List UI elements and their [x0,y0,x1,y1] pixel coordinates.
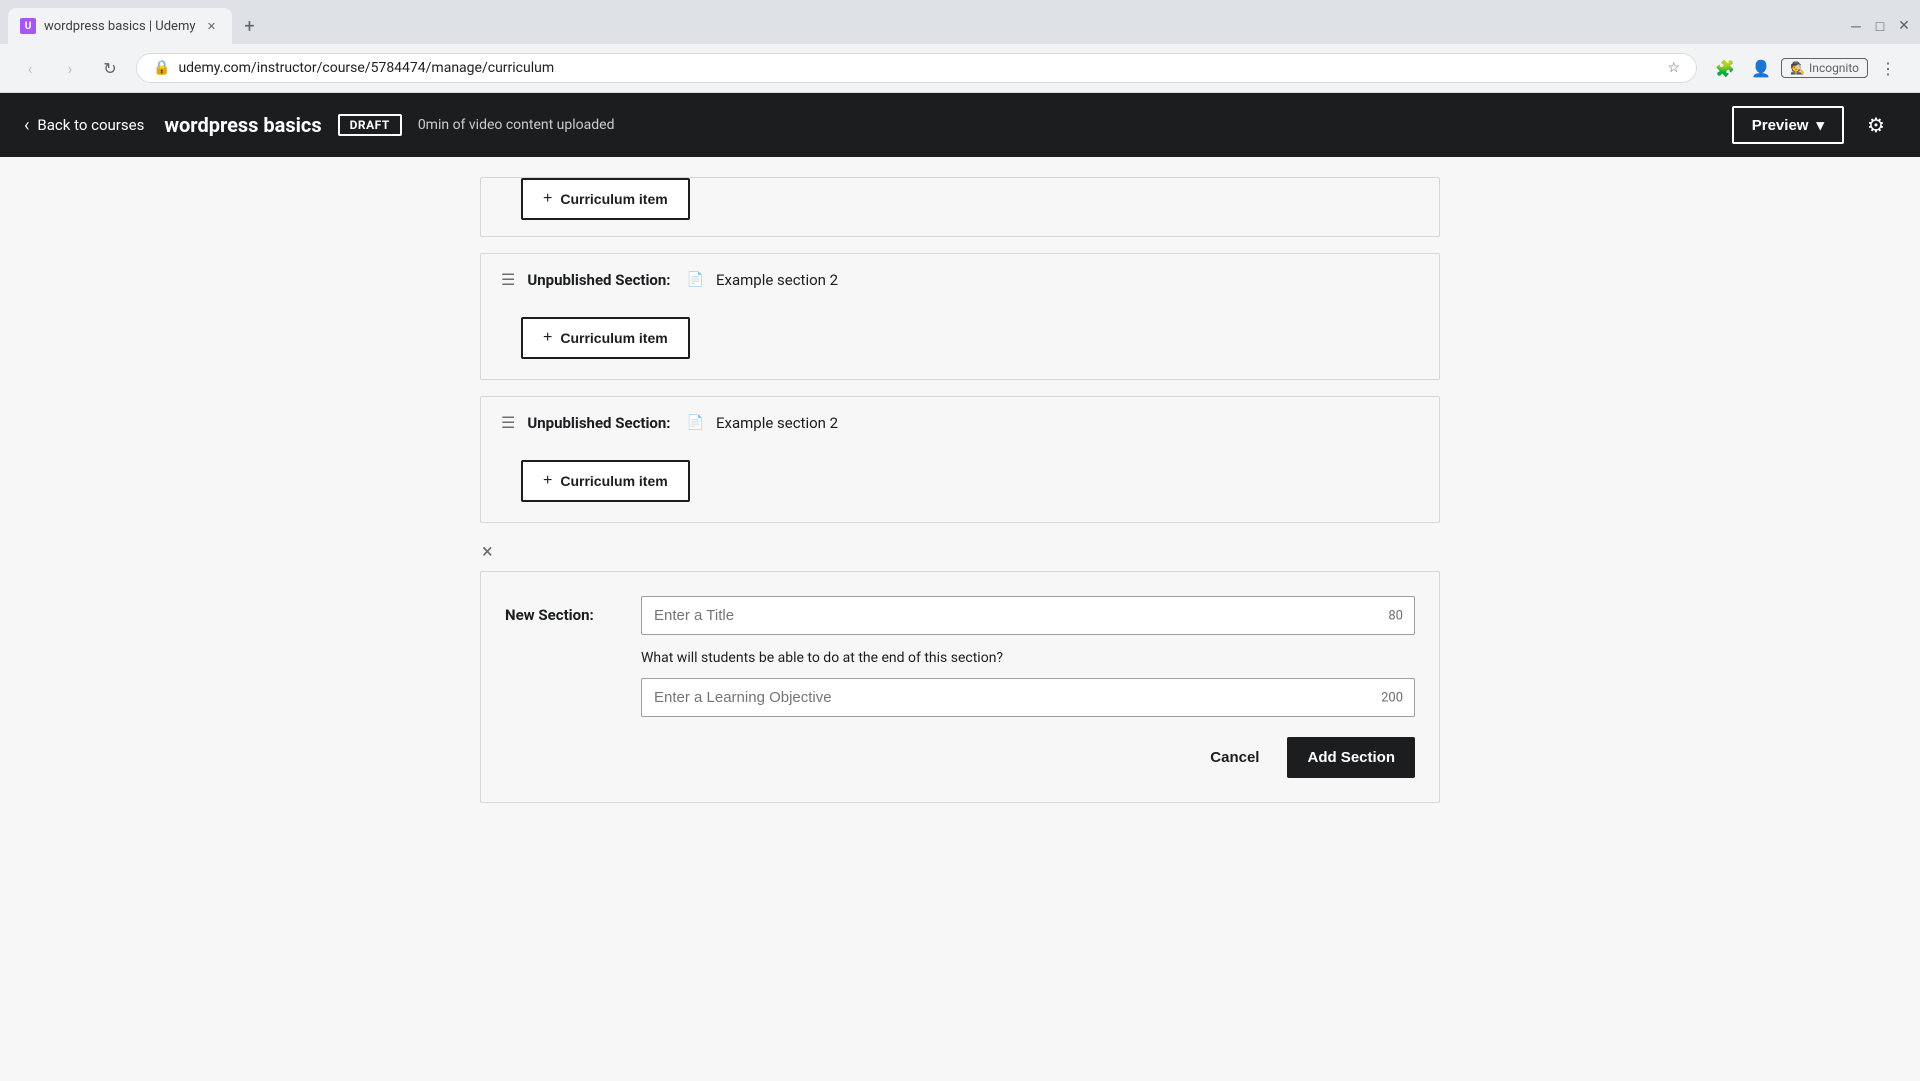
main-content: + Curriculum item ☰ Unpublished Section:… [0,157,1920,1081]
new-section-label: New Section: [505,596,625,624]
form-actions: Cancel Add Section [641,737,1415,778]
section-icon-doc-1: 📄 [687,272,704,288]
back-nav-button[interactable]: ‹ [16,54,44,82]
curriculum-item-label-1: Curriculum item [560,330,667,346]
curriculum-item-label-2: Curriculum item [560,473,667,489]
menu-button[interactable]: ⋮ [1872,52,1904,84]
minimize-button[interactable]: ─ [1848,18,1864,34]
learning-objective-label: What will students be able to do at the … [641,650,1003,666]
lock-icon: 🔒 [153,60,170,76]
learning-objective-question: What will students be able to do at the … [641,647,1415,666]
back-arrow-icon: ‹ [24,115,29,136]
profile-button[interactable]: 👤 [1745,52,1777,84]
tab-bar: U wordpress basics | Udemy ✕ + ─ □ ✕ [0,0,1920,44]
cancel-button[interactable]: Cancel [1194,739,1275,776]
extensions-button[interactable]: 🧩 [1709,52,1741,84]
settings-button[interactable]: ⚙ [1856,105,1896,145]
window-controls: ─ □ ✕ [1848,18,1912,34]
upload-info: 0min of video content uploaded [418,117,615,133]
puzzle-icon: 🧩 [1715,59,1735,78]
section-body-1: + Curriculum item [481,305,1439,379]
partial-section-body: + Curriculum item [481,178,1439,236]
address-bar-container: ‹ › ↻ 🔒 udemy.com/instructor/course/5784… [0,44,1920,92]
title-input-wrapper: 80 [641,596,1415,635]
browser-action-buttons: 🧩 👤 🕵 Incognito ⋮ [1709,52,1904,84]
tab-favicon: U [20,18,36,34]
form-row-title: New Section: 80 What will students be ab… [505,596,1415,778]
url-text: udemy.com/instructor/course/5784474/mana… [178,60,1659,76]
plus-icon: + [543,190,552,208]
section-label-1: Unpublished Section: [527,271,670,289]
curriculum-item-button-2[interactable]: + Curriculum item [521,460,690,502]
forward-nav-button[interactable]: › [56,54,84,82]
section-card-1: ☰ Unpublished Section: 📄 Example section… [480,253,1440,380]
section-title-2: Example section 2 [716,414,838,432]
new-tab-button[interactable]: + [236,12,264,40]
back-to-courses-label: Back to courses [37,116,144,134]
maximize-button[interactable]: □ [1872,18,1888,34]
tab-title: wordpress basics | Udemy [44,19,196,34]
learning-objective-input[interactable] [641,678,1415,717]
curriculum-container: + Curriculum item ☰ Unpublished Section:… [460,157,1460,823]
section-icon-doc-2: 📄 [687,415,704,431]
profile-icon: 👤 [1751,59,1771,78]
curriculum-item-button-1[interactable]: + Curriculum item [521,317,690,359]
new-section-title-input[interactable] [641,596,1415,635]
partial-section-card: + Curriculum item [480,177,1440,237]
new-section-form: New Section: 80 What will students be ab… [480,571,1440,803]
address-bar-actions: ☆ [1668,60,1681,76]
document-icon-1: ☰ [501,270,515,289]
section-header-2: ☰ Unpublished Section: 📄 Example section… [481,397,1439,448]
address-bar[interactable]: 🔒 udemy.com/instructor/course/5784474/ma… [136,53,1697,83]
back-to-courses-link[interactable]: ‹ Back to courses [24,115,144,136]
gear-icon: ⚙ [1867,113,1885,137]
title-char-count: 80 [1388,608,1403,623]
add-section-button[interactable]: Add Section [1287,737,1415,778]
preview-label: Preview [1752,117,1809,134]
section-body-2: + Curriculum item [481,448,1439,522]
objective-char-count: 200 [1381,690,1403,705]
plus-icon-1: + [543,329,552,347]
chevron-down-icon: ▾ [1816,116,1824,134]
course-title: wordpress basics [164,113,321,137]
section-header-1: ☰ Unpublished Section: 📄 Example section… [481,254,1439,305]
incognito-badge: 🕵 Incognito [1781,58,1868,78]
draft-badge: DRAFT [338,114,402,136]
header-actions: Preview ▾ ⚙ [1732,105,1896,145]
incognito-icon: 🕵 [1790,61,1805,75]
section-title-1: Example section 2 [716,271,838,289]
section-label-2: Unpublished Section: [527,414,670,432]
curriculum-item-label: Curriculum item [560,191,667,207]
incognito-label: Incognito [1809,61,1859,75]
section-card-2: ☰ Unpublished Section: 📄 Example section… [480,396,1440,523]
close-form-button[interactable]: × [482,539,493,563]
close-window-button[interactable]: ✕ [1896,18,1912,34]
active-tab[interactable]: U wordpress basics | Udemy ✕ [8,8,232,44]
form-fields: 80 What will students be able to do at t… [641,596,1415,778]
close-row: × [480,539,1440,563]
tab-close-button[interactable]: ✕ [204,18,220,34]
plus-icon-2: + [543,472,552,490]
preview-button[interactable]: Preview ▾ [1732,106,1844,144]
app-header: ‹ Back to courses wordpress basics DRAFT… [0,93,1920,157]
bookmark-icon[interactable]: ☆ [1668,60,1681,76]
refresh-button[interactable]: ↻ [96,54,124,82]
curriculum-item-button-top[interactable]: + Curriculum item [521,178,690,220]
drag-icon-2: ☰ [501,413,515,432]
objective-input-wrapper: 200 [641,678,1415,717]
